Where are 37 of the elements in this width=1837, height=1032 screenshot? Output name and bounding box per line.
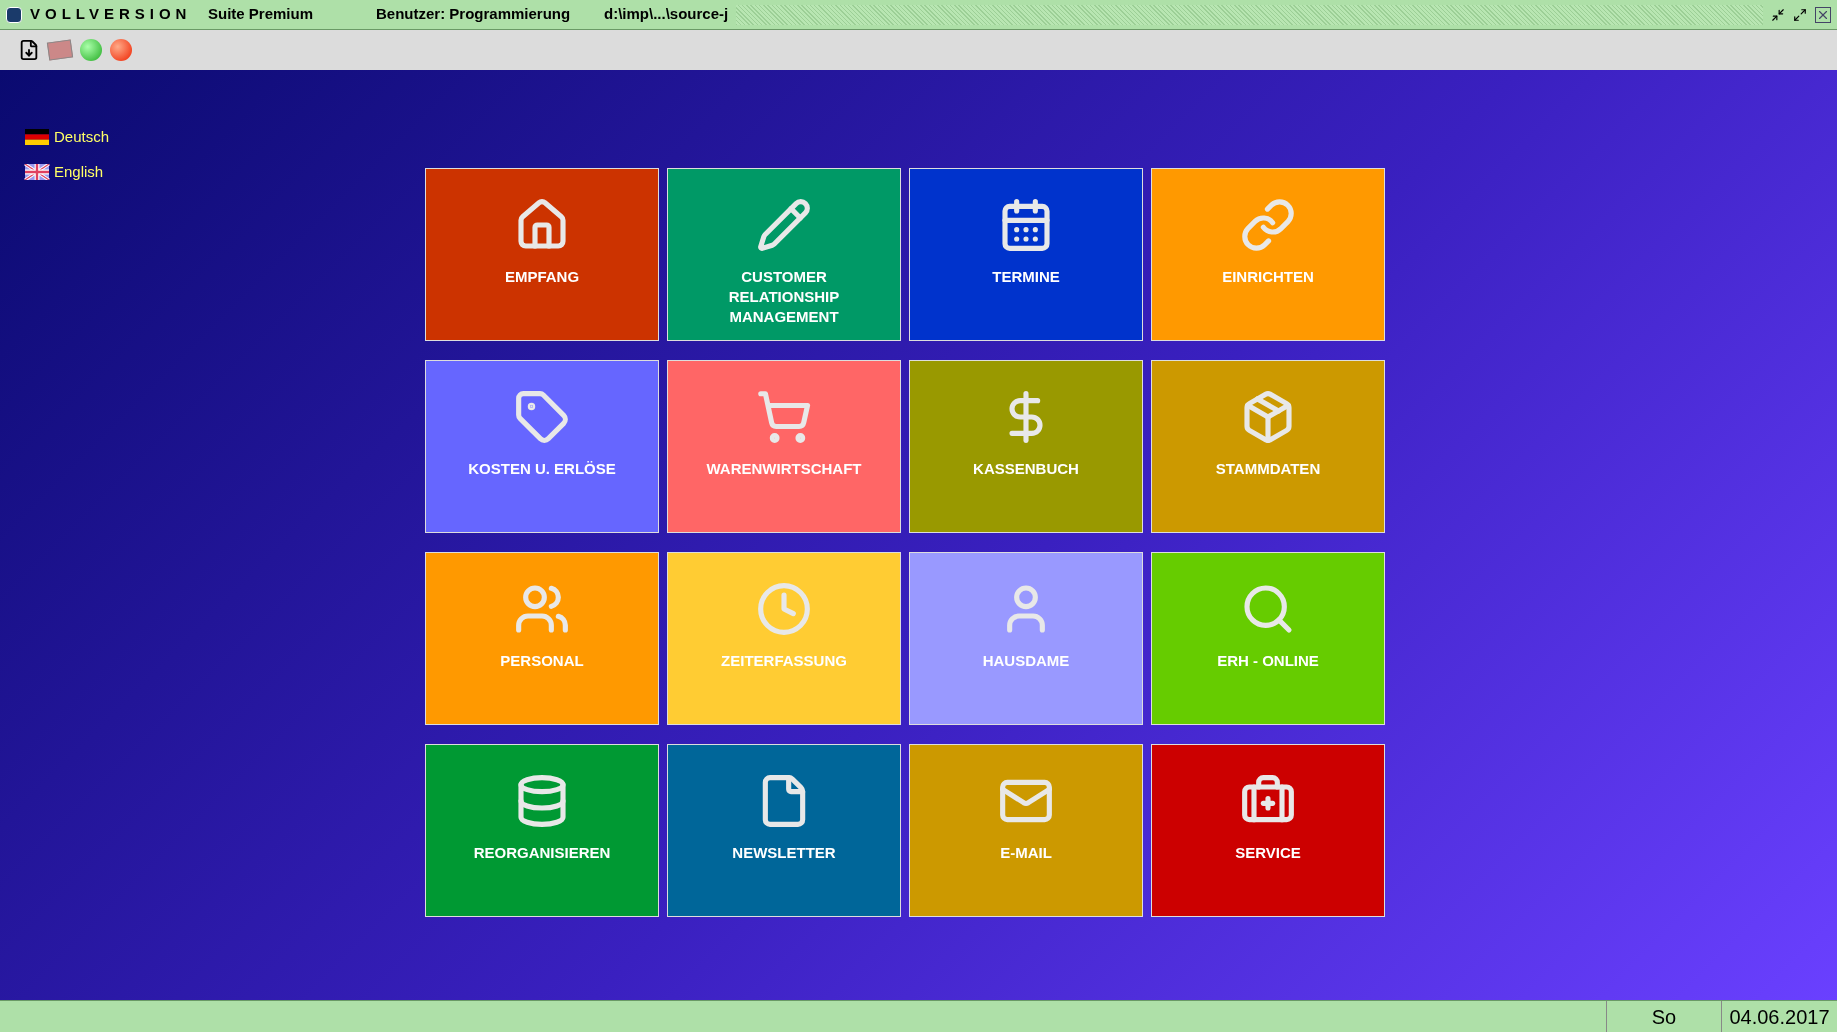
restore-icon[interactable] — [1771, 7, 1785, 22]
menu-tile[interactable]: NEWSLETTER — [667, 744, 901, 917]
menu-tile[interactable]: KOSTEN U. ERLÖSE — [425, 360, 659, 533]
menu-tile[interactable]: EINRICHTEN — [1151, 168, 1385, 341]
menu-tile[interactable]: REORGANISIEREN — [425, 744, 659, 917]
stop-light-icon[interactable] — [110, 39, 132, 61]
tag-icon — [514, 388, 570, 445]
weekday-label: So — [1607, 1001, 1722, 1032]
menu-tile[interactable]: TERMINE — [909, 168, 1143, 341]
menu-tile[interactable]: CUSTOMER RELATIONSHIP MANAGEMENT — [667, 168, 901, 341]
menu-tile[interactable]: WARENWIRTSCHAFT — [667, 360, 901, 533]
uk-flag-icon — [24, 163, 50, 180]
app-logo-icon — [6, 6, 22, 23]
close-icon[interactable] — [1815, 6, 1831, 23]
path-label: d:\imp\...\source-j — [604, 4, 729, 25]
menu-tile[interactable]: E-MAIL — [909, 744, 1143, 917]
clock-icon — [756, 580, 812, 637]
date-label: 04.06.2017 — [1728, 1005, 1831, 1030]
maximize-icon[interactable] — [1793, 7, 1807, 22]
user-label: Benutzer: Programmierung — [376, 4, 572, 25]
pencil-icon — [756, 196, 812, 253]
start-light-icon[interactable] — [80, 39, 102, 61]
menu-tile[interactable]: SERVICE — [1151, 744, 1385, 917]
edition-label: Suite Premium — [208, 4, 315, 25]
chain-link-icon — [1240, 196, 1296, 253]
menu-tile[interactable]: STAMMDATEN — [1151, 360, 1385, 533]
menu-tile[interactable]: KASSENBUCH — [909, 360, 1143, 533]
menu-tile[interactable]: EMPFANG — [425, 168, 659, 341]
shopping-cart-icon — [756, 388, 812, 445]
german-flag-icon — [24, 129, 50, 146]
product-name: VOLLVERSION — [30, 4, 193, 25]
menu-tile[interactable]: HAUSDAME — [909, 552, 1143, 725]
document-icon[interactable] — [18, 39, 40, 61]
menu-tile[interactable]: ERH - ONLINE — [1151, 552, 1385, 725]
language-link[interactable]: Deutsch — [54, 126, 110, 149]
language-link[interactable]: English — [54, 160, 104, 183]
menu-tile[interactable]: PERSONAL — [425, 552, 659, 725]
